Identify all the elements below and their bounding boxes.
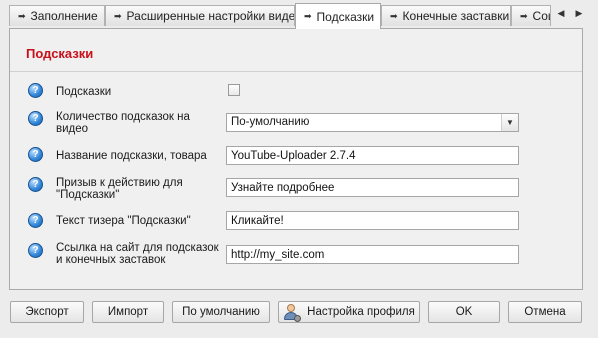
help-icon[interactable]: ? xyxy=(28,147,43,162)
divider xyxy=(10,71,582,72)
arrow-right-icon: ➡ xyxy=(304,11,312,21)
tab-label: Соц xyxy=(532,9,550,23)
import-button[interactable]: Импорт xyxy=(92,301,164,323)
hint-count-value: По-умолчанию xyxy=(231,116,310,128)
hints-enabled-checkbox[interactable] xyxy=(228,84,240,96)
call-to-action-label: Призыв к действию для "Подсказки" xyxy=(56,177,183,201)
tab-scroll-right-icon[interactable]: ▶ xyxy=(571,4,587,22)
arrow-right-icon: ➡ xyxy=(18,10,26,21)
tab-zapolnenie[interactable]: ➡ Заполнение xyxy=(9,5,105,26)
tab-strip: ➡ Заполнение ➡ Расширенные настройки вид… xyxy=(0,0,598,29)
user-settings-icon xyxy=(283,304,302,322)
section-title: Подсказки xyxy=(26,46,94,61)
teaser-text-input[interactable] xyxy=(226,211,519,230)
help-icon[interactable]: ? xyxy=(28,213,43,228)
arrow-right-icon: ➡ xyxy=(390,10,398,21)
hints-settings-panel: Подсказки ? Подсказки ? Количество подск… xyxy=(9,28,583,290)
arrow-right-icon: ➡ xyxy=(114,10,122,21)
hint-count-label: Количество подсказок на видео xyxy=(56,111,190,135)
tab-podskazki[interactable]: ➡ Подсказки xyxy=(295,3,381,29)
help-icon[interactable]: ? xyxy=(28,83,43,98)
tab-label: Конечные заставки xyxy=(402,9,510,23)
site-link-input[interactable] xyxy=(226,245,519,264)
call-to-action-input[interactable] xyxy=(226,178,519,197)
tab-end-screens[interactable]: ➡ Конечные заставки xyxy=(381,5,511,26)
tab-scroll-left-icon[interactable]: ◀ xyxy=(553,4,569,22)
help-icon[interactable]: ? xyxy=(28,111,43,126)
cancel-button[interactable]: Отмена xyxy=(508,301,582,323)
arrow-right-icon: ➡ xyxy=(520,10,528,21)
help-icon[interactable]: ? xyxy=(28,243,43,258)
site-link-label: Ссылка на сайт для подсказок и конечных … xyxy=(56,242,219,266)
ok-button[interactable]: OK xyxy=(428,301,500,323)
defaults-button[interactable]: По умолчанию xyxy=(172,301,270,323)
hint-name-label: Название подсказки, товара xyxy=(56,150,207,162)
hints-enabled-label: Подсказки xyxy=(56,86,112,98)
profile-settings-label: Настройка профиля xyxy=(307,306,415,318)
export-button[interactable]: Экспорт xyxy=(10,301,84,323)
tab-social[interactable]: ➡ Соц xyxy=(511,5,551,26)
chevron-down-icon[interactable]: ▼ xyxy=(501,114,518,131)
hint-name-input[interactable] xyxy=(226,146,519,165)
hint-count-dropdown[interactable]: По-умолчанию ▼ xyxy=(226,113,519,132)
tab-label: Подсказки xyxy=(316,9,375,24)
tab-label: Заполнение xyxy=(30,9,98,23)
tab-label: Расширенные настройки видео xyxy=(126,9,295,23)
profile-settings-button[interactable]: Настройка профиля xyxy=(278,301,420,323)
teaser-text-label: Текст тизера "Подсказки" xyxy=(56,215,191,227)
help-icon[interactable]: ? xyxy=(28,177,43,192)
tab-advanced-video-settings[interactable]: ➡ Расширенные настройки видео xyxy=(105,5,295,26)
